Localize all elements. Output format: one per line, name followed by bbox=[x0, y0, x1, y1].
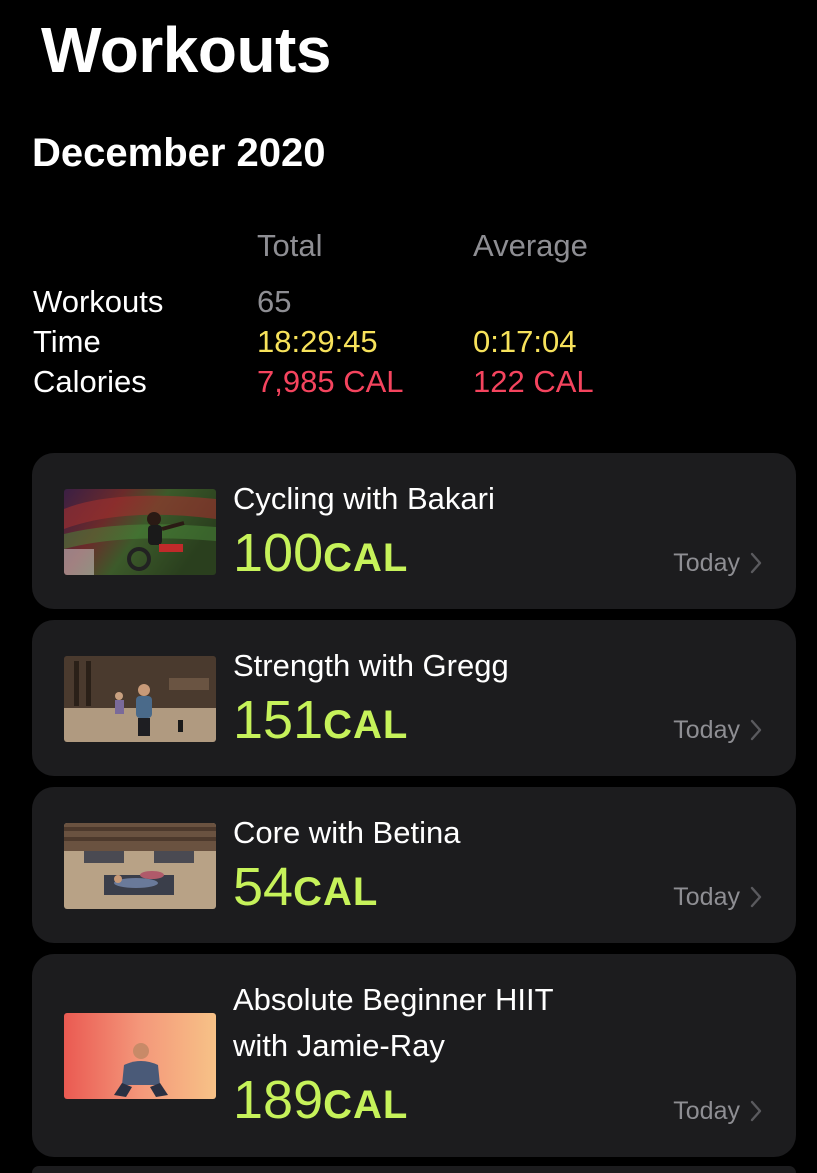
page-title: Workouts bbox=[41, 14, 331, 86]
workout-title-line1: Absolute Beginner HIIT bbox=[233, 982, 554, 1017]
chevron-right-icon bbox=[750, 886, 762, 908]
workout-card-core[interactable]: Core with Betina 54CAL Today bbox=[32, 787, 796, 943]
calories-average: 122 CAL bbox=[473, 364, 594, 399]
calories-total: 7,985 CAL bbox=[257, 364, 404, 399]
workout-date: Today bbox=[673, 1095, 762, 1127]
workout-card-strength[interactable]: Strength with Gregg 151CAL Today bbox=[32, 620, 796, 776]
monthly-summary: Total Average Workouts 65 Time 18:29:45 … bbox=[0, 222, 817, 412]
workout-calories: 100CAL bbox=[233, 523, 409, 583]
summary-label-time: Time bbox=[33, 324, 101, 359]
workout-title: Cycling with Bakari bbox=[233, 481, 495, 516]
workout-calories: 151CAL bbox=[233, 690, 409, 750]
workout-calories: 54CAL bbox=[233, 857, 379, 917]
workout-card-cycling[interactable]: Cycling with Bakari 100CAL Today bbox=[32, 453, 796, 609]
time-total: 18:29:45 bbox=[257, 324, 378, 359]
strength-thumbnail-icon bbox=[64, 656, 216, 742]
workouts-total: 65 bbox=[257, 284, 292, 319]
chevron-right-icon bbox=[750, 552, 762, 574]
chevron-right-icon bbox=[750, 719, 762, 741]
month-title: December 2020 bbox=[32, 131, 326, 175]
total-column-header: Total bbox=[257, 228, 323, 263]
hiit-thumbnail-icon bbox=[64, 1013, 216, 1099]
workout-title-line2: with Jamie-Ray bbox=[233, 1028, 445, 1063]
workout-title: Strength with Gregg bbox=[233, 648, 509, 683]
workout-date: Today bbox=[673, 881, 762, 913]
average-column-header: Average bbox=[473, 228, 588, 263]
time-average: 0:17:04 bbox=[473, 324, 577, 359]
core-thumbnail-icon bbox=[64, 823, 216, 909]
summary-label-workouts: Workouts bbox=[33, 284, 164, 319]
workout-calories: 189CAL bbox=[233, 1070, 409, 1130]
workout-title: Core with Betina bbox=[233, 815, 461, 850]
summary-label-calories: Calories bbox=[33, 364, 147, 399]
cycling-thumbnail-icon bbox=[64, 489, 216, 575]
chevron-right-icon bbox=[750, 1100, 762, 1122]
workout-date: Today bbox=[673, 714, 762, 746]
workout-card-hiit[interactable]: Absolute Beginner HIIT with Jamie-Ray 18… bbox=[32, 954, 796, 1157]
workout-card-next[interactable] bbox=[32, 1166, 796, 1173]
workout-date: Today bbox=[673, 547, 762, 579]
